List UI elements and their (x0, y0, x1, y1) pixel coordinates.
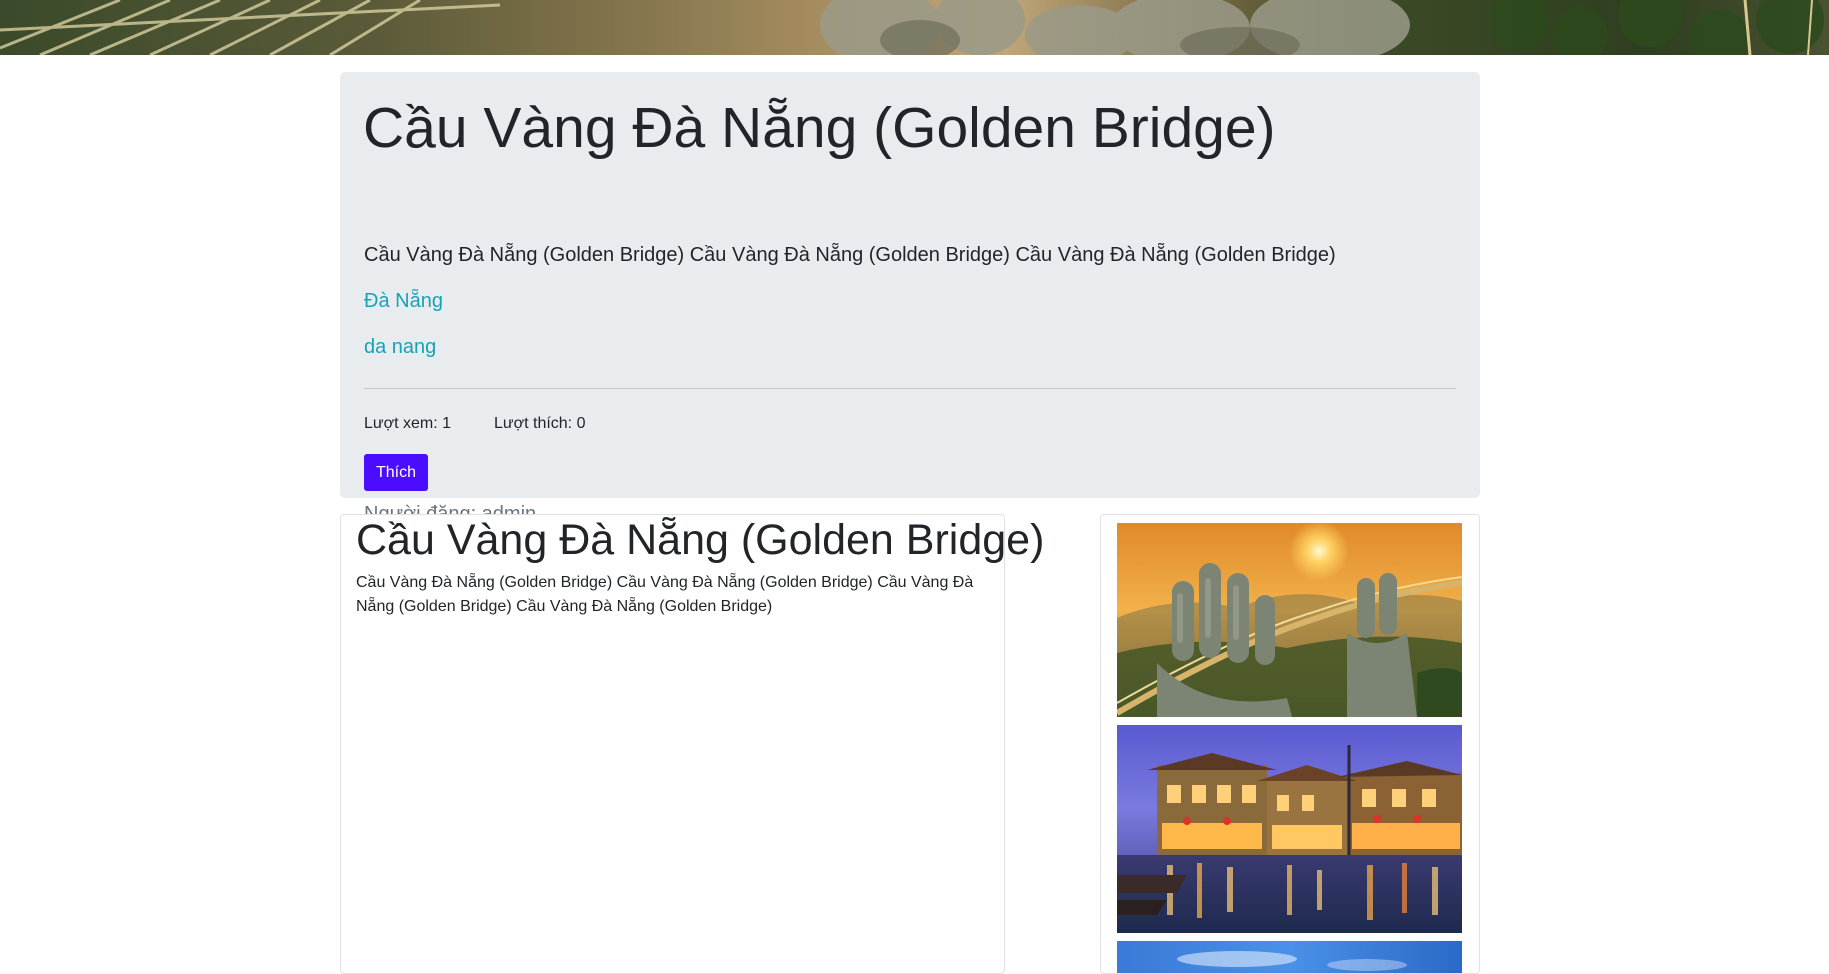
hoi-an-night-river-image[interactable] (1117, 725, 1462, 933)
view-count: Lượt xem: 1 (364, 415, 452, 432)
like-button[interactable]: Thích (364, 454, 428, 491)
like-count: Lượt thích: 0 (494, 415, 586, 432)
post-header-jumbotron: Cầu Vàng Đà Nẵng (Golden Bridge) Cầu Vàn… (340, 72, 1480, 525)
golden-bridge-sunset-image[interactable] (1117, 523, 1462, 717)
post-stats: Lượt xem: 1 Lượt thích: 0 (364, 415, 585, 433)
article-title: Cầu Vàng Đà Nẵng (Golden Bridge) (356, 516, 1045, 564)
page-title: Cầu Vàng Đà Nẵng (Golden Bridge) (363, 96, 1276, 160)
header-banner-image (0, 0, 1829, 55)
article-body: Cầu Vàng Đà Nẵng (Golden Bridge) Cầu Vàn… (356, 574, 974, 615)
banner-picture (0, 0, 1829, 55)
location-link[interactable]: Đà Nẵng (364, 290, 443, 313)
tag-link[interactable]: da nang (364, 336, 436, 359)
post-summary: Cầu Vàng Đà Nẵng (Golden Bridge) Cầu Vàn… (364, 244, 1336, 266)
article-card: Cầu Vàng Đà Nẵng (Golden Bridge) Cầu Vàn… (340, 514, 1044, 974)
gallery-card (1100, 514, 1480, 974)
divider (364, 388, 1456, 389)
blue-sky-image[interactable] (1117, 941, 1462, 973)
